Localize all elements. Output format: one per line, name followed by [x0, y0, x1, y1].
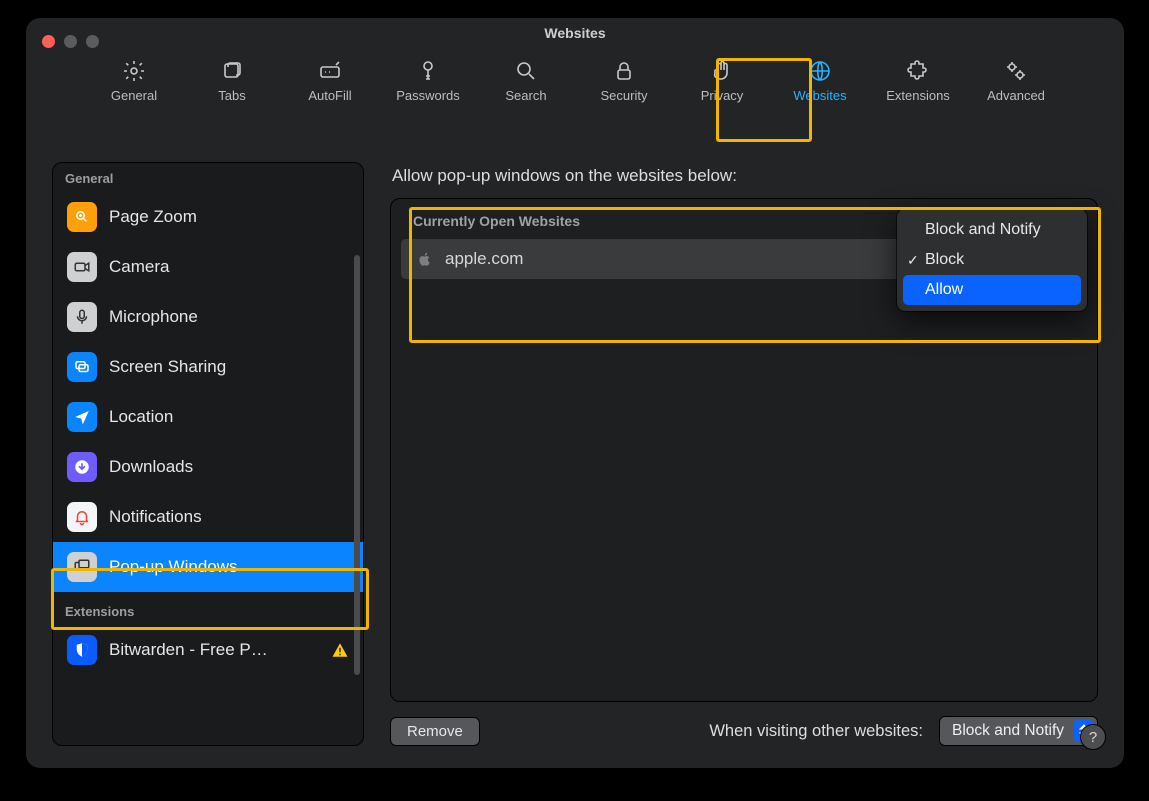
zoom-icon [67, 202, 97, 232]
sidebar-item-popup-windows[interactable]: Pop-up Windows [53, 542, 363, 592]
tab-label: Extensions [886, 88, 950, 103]
sidebar-item-label: Pop-up Windows [109, 557, 349, 577]
sidebar-item-page-zoom[interactable]: Page Zoom [53, 192, 363, 242]
sidebar-item-label: Notifications [109, 507, 349, 527]
sidebar-item-location[interactable]: Location [53, 392, 363, 442]
tab-label: Websites [793, 88, 846, 103]
window-controls [42, 35, 99, 48]
tab-general[interactable]: General [94, 54, 174, 107]
apple-icon [417, 251, 433, 267]
popup-icon [67, 552, 97, 582]
tab-privacy[interactable]: Privacy [682, 54, 762, 107]
lock-icon [611, 58, 637, 84]
pane-footer: Remove When visiting other websites: Blo… [390, 716, 1098, 746]
gears-icon [1003, 58, 1029, 84]
websites-listbox: Currently Open Websites apple.com Block … [390, 198, 1098, 702]
sidebar-section-extensions: Extensions [53, 596, 363, 625]
sidebar-item-label: Downloads [109, 457, 349, 477]
tab-passwords[interactable]: Passwords [388, 54, 468, 107]
select-value: Block and Notify [952, 722, 1064, 740]
tab-tabs[interactable]: Tabs [192, 54, 272, 107]
tab-label: Security [601, 88, 648, 103]
camera-icon [67, 252, 97, 282]
preferences-toolbar: General Tabs AutoFill Passwords [26, 48, 1124, 121]
hand-icon [709, 58, 735, 84]
sidebar-item-screen-sharing[interactable]: Screen Sharing [53, 342, 363, 392]
settings-sidebar: General Page Zoom Camera [52, 162, 364, 746]
tab-label: Passwords [396, 88, 460, 103]
tab-advanced[interactable]: Advanced [976, 54, 1056, 107]
warning-icon [331, 641, 349, 659]
dropdown-option-label: Block [925, 251, 964, 269]
globe-icon [807, 58, 833, 84]
sidebar-item-camera[interactable]: Camera [53, 242, 363, 292]
sidebar-scrollbar[interactable] [354, 255, 360, 675]
dropdown-option-label: Block and Notify [925, 221, 1041, 239]
sidebar-item-downloads[interactable]: Downloads [53, 442, 363, 492]
tabs-icon [219, 58, 245, 84]
dropdown-option-label: Allow [925, 281, 963, 299]
sidebar-item-label: Page Zoom [109, 207, 349, 227]
settings-pane: Allow pop-up windows on the websites bel… [390, 162, 1098, 746]
sidebar-item-notifications[interactable]: Notifications [53, 492, 363, 542]
tab-extensions[interactable]: Extensions [878, 54, 958, 107]
website-domain: apple.com [445, 249, 523, 269]
zoom-window-button[interactable] [86, 35, 99, 48]
sidebar-item-label: Location [109, 407, 349, 427]
sidebar-item-label: Microphone [109, 307, 349, 327]
dropdown-option-allow[interactable]: Allow [903, 275, 1081, 305]
window-title: Websites [26, 18, 1124, 48]
sidebar-item-label: Camera [109, 257, 349, 277]
microphone-icon [67, 302, 97, 332]
shield-icon [67, 635, 97, 665]
tab-label: Privacy [701, 88, 744, 103]
other-websites-label: When visiting other websites: [709, 722, 923, 741]
other-websites-select[interactable]: Block and Notify [939, 716, 1098, 746]
tab-label: Search [505, 88, 546, 103]
tab-label: Tabs [218, 88, 245, 103]
downloads-icon [67, 452, 97, 482]
tab-label: General [111, 88, 157, 103]
sidebar-item-label: Bitwarden - Free P… [109, 640, 319, 660]
tab-label: AutoFill [308, 88, 351, 103]
sidebar-item-microphone[interactable]: Microphone [53, 292, 363, 342]
sidebar-list[interactable]: Page Zoom Camera Microphone [53, 192, 363, 745]
screen-sharing-icon [67, 352, 97, 382]
preferences-window: Websites General Tabs AutoFill [26, 18, 1124, 768]
close-window-button[interactable] [42, 35, 55, 48]
dropdown-option-block[interactable]: Block [897, 245, 1087, 275]
minimize-window-button[interactable] [64, 35, 77, 48]
bell-icon [67, 502, 97, 532]
autofill-icon [317, 58, 343, 84]
popup-policy-dropdown[interactable]: Block and Notify Block Allow [897, 209, 1087, 311]
puzzle-icon [905, 58, 931, 84]
help-button[interactable]: ? [1080, 724, 1106, 750]
gear-icon [121, 58, 147, 84]
sidebar-section-general: General [53, 163, 363, 192]
search-icon [513, 58, 539, 84]
sidebar-item-bitwarden[interactable]: Bitwarden - Free P… [53, 625, 363, 675]
tab-autofill[interactable]: AutoFill [290, 54, 370, 107]
tab-search[interactable]: Search [486, 54, 566, 107]
tab-security[interactable]: Security [584, 54, 664, 107]
remove-button[interactable]: Remove [390, 717, 480, 746]
key-icon [415, 58, 441, 84]
location-icon [67, 402, 97, 432]
pane-heading: Allow pop-up windows on the websites bel… [392, 166, 1098, 186]
tab-websites[interactable]: Websites [780, 54, 860, 107]
sidebar-item-label: Screen Sharing [109, 357, 349, 377]
dropdown-option-block-and-notify[interactable]: Block and Notify [897, 215, 1087, 245]
tab-label: Advanced [987, 88, 1045, 103]
